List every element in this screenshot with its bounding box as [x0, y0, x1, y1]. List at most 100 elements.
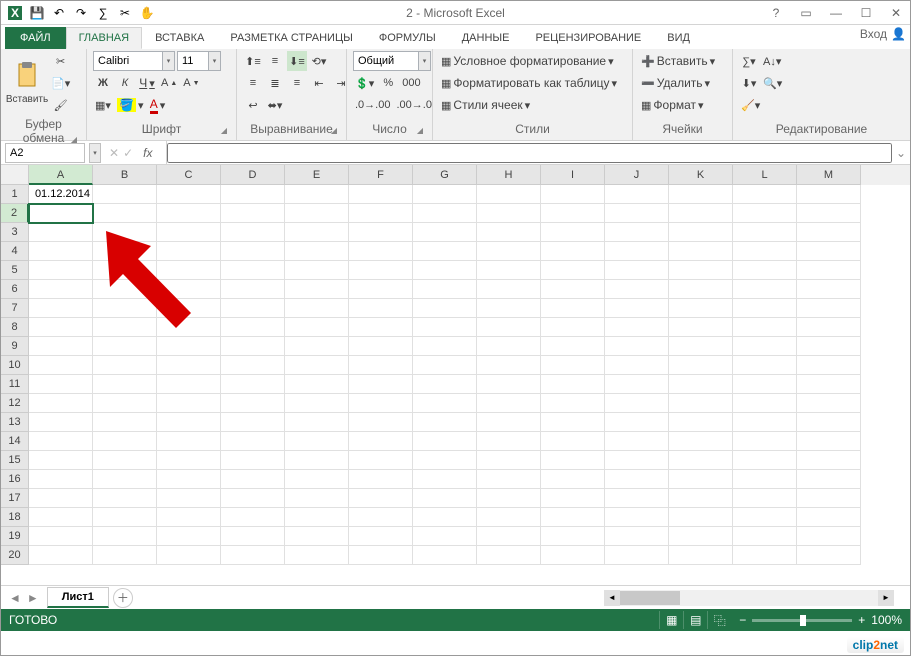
cell-D18[interactable]	[221, 508, 285, 527]
cell-M17[interactable]	[797, 489, 861, 508]
cell-A6[interactable]	[29, 280, 93, 299]
row-head-4[interactable]: 4	[1, 242, 29, 261]
row-head-18[interactable]: 18	[1, 508, 29, 527]
cell-L1[interactable]	[733, 185, 797, 204]
fill-color-button[interactable]: 🪣▾	[115, 95, 145, 115]
cell-M14[interactable]	[797, 432, 861, 451]
decrease-indent-button[interactable]: ⇤	[309, 73, 329, 93]
cell-G5[interactable]	[413, 261, 477, 280]
clipboard-dialog-icon[interactable]: ◢	[68, 135, 80, 147]
cell-F19[interactable]	[349, 527, 413, 546]
cell-M10[interactable]	[797, 356, 861, 375]
row-head-15[interactable]: 15	[1, 451, 29, 470]
cell-D1[interactable]	[221, 185, 285, 204]
col-head-H[interactable]: H	[477, 165, 541, 185]
normal-view-icon[interactable]: ▦	[659, 611, 683, 629]
cell-I18[interactable]	[541, 508, 605, 527]
cell-E10[interactable]	[285, 356, 349, 375]
cell-D5[interactable]	[221, 261, 285, 280]
cell-G11[interactable]	[413, 375, 477, 394]
col-head-K[interactable]: K	[669, 165, 733, 185]
cell-K5[interactable]	[669, 261, 733, 280]
minimize-icon[interactable]: —	[822, 3, 850, 23]
cell-E17[interactable]	[285, 489, 349, 508]
conditional-formatting-button[interactable]: ▦ Условное форматирование ▾	[439, 51, 626, 71]
cell-K4[interactable]	[669, 242, 733, 261]
font-size-input[interactable]: 11	[177, 51, 209, 71]
col-head-G[interactable]: G	[413, 165, 477, 185]
col-head-M[interactable]: M	[797, 165, 861, 185]
cell-H15[interactable]	[477, 451, 541, 470]
cell-C14[interactable]	[157, 432, 221, 451]
cell-D3[interactable]	[221, 223, 285, 242]
ribbon-options-icon[interactable]: ▭	[792, 3, 820, 23]
cell-H20[interactable]	[477, 546, 541, 565]
row-head-1[interactable]: 1	[1, 185, 29, 204]
sheet-tab[interactable]: Лист1	[47, 587, 109, 608]
cell-M6[interactable]	[797, 280, 861, 299]
cell-K19[interactable]	[669, 527, 733, 546]
cell-A12[interactable]	[29, 394, 93, 413]
delete-cells-button[interactable]: ➖ Удалить ▾	[639, 73, 726, 93]
cell-A10[interactable]	[29, 356, 93, 375]
cell-styles-button[interactable]: ▦ Стили ячеек ▾	[439, 95, 626, 115]
cell-L4[interactable]	[733, 242, 797, 261]
cell-D13[interactable]	[221, 413, 285, 432]
cell-F20[interactable]	[349, 546, 413, 565]
borders-button[interactable]: ▦▾	[93, 95, 113, 115]
cell-E14[interactable]	[285, 432, 349, 451]
cell-G19[interactable]	[413, 527, 477, 546]
cell-F5[interactable]	[349, 261, 413, 280]
cell-C12[interactable]	[157, 394, 221, 413]
cell-I2[interactable]	[541, 204, 605, 223]
cell-C11[interactable]	[157, 375, 221, 394]
cell-L10[interactable]	[733, 356, 797, 375]
help-icon[interactable]: ?	[762, 3, 790, 23]
cell-I17[interactable]	[541, 489, 605, 508]
cell-C8[interactable]	[157, 318, 221, 337]
cell-G13[interactable]	[413, 413, 477, 432]
cell-E11[interactable]	[285, 375, 349, 394]
col-head-F[interactable]: F	[349, 165, 413, 185]
cell-B18[interactable]	[93, 508, 157, 527]
cell-C6[interactable]	[157, 280, 221, 299]
cell-K12[interactable]	[669, 394, 733, 413]
cell-C10[interactable]	[157, 356, 221, 375]
cell-C19[interactable]	[157, 527, 221, 546]
cell-L6[interactable]	[733, 280, 797, 299]
cell-I14[interactable]	[541, 432, 605, 451]
cell-B7[interactable]	[93, 299, 157, 318]
cell-M8[interactable]	[797, 318, 861, 337]
signin-label[interactable]: Вход	[860, 27, 887, 41]
cell-E1[interactable]	[285, 185, 349, 204]
cell-G12[interactable]	[413, 394, 477, 413]
cell-D17[interactable]	[221, 489, 285, 508]
row-head-16[interactable]: 16	[1, 470, 29, 489]
cell-H17[interactable]	[477, 489, 541, 508]
cell-I4[interactable]	[541, 242, 605, 261]
cell-J1[interactable]	[605, 185, 669, 204]
cell-F8[interactable]	[349, 318, 413, 337]
format-cells-button[interactable]: ▦ Формат ▾	[639, 95, 726, 115]
formula-bar[interactable]	[167, 143, 892, 163]
cell-K6[interactable]	[669, 280, 733, 299]
wrap-text-button[interactable]: ↩	[243, 95, 263, 115]
cell-F11[interactable]	[349, 375, 413, 394]
cell-D16[interactable]	[221, 470, 285, 489]
cell-B11[interactable]	[93, 375, 157, 394]
cell-D4[interactable]	[221, 242, 285, 261]
row-head-11[interactable]: 11	[1, 375, 29, 394]
number-format-select[interactable]: Общий	[353, 51, 419, 71]
cell-D7[interactable]	[221, 299, 285, 318]
cell-M1[interactable]	[797, 185, 861, 204]
col-head-A[interactable]: A	[29, 165, 93, 185]
decrease-font-button[interactable]: A▼	[181, 73, 201, 93]
fill-button[interactable]: ⬇▾	[739, 73, 759, 93]
cell-L2[interactable]	[733, 204, 797, 223]
zoom-in-icon[interactable]: +	[858, 613, 865, 627]
font-size-dropdown-icon[interactable]: ▾	[209, 51, 221, 71]
cell-L9[interactable]	[733, 337, 797, 356]
cell-A3[interactable]	[29, 223, 93, 242]
row-head-2[interactable]: 2	[1, 204, 29, 223]
cell-B4[interactable]	[93, 242, 157, 261]
